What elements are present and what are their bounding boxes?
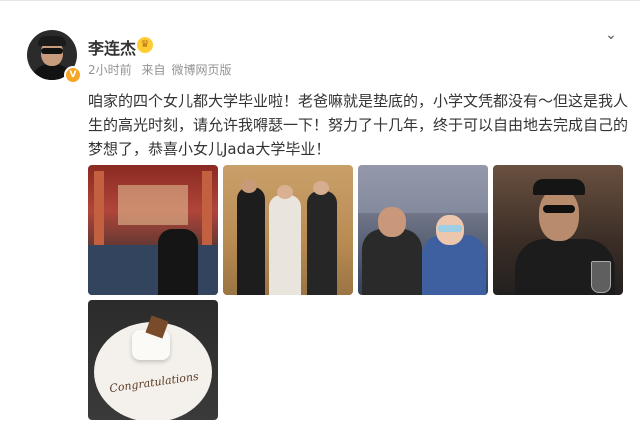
source-prefix: 来自 xyxy=(141,63,166,77)
photo3-man xyxy=(362,229,422,295)
post-source: 微博网页版 xyxy=(171,63,232,77)
photo3-man-face xyxy=(378,207,406,237)
post-meta: 2小时前 来自 微博网页版 xyxy=(88,61,238,78)
photo2-person-2 xyxy=(269,195,301,295)
photo4-face xyxy=(539,189,579,241)
post-photo-2[interactable] xyxy=(223,165,353,295)
avatar-sunglasses xyxy=(41,48,63,54)
verified-badge-icon: V xyxy=(64,66,82,84)
photo3-crowd xyxy=(358,165,488,213)
photo1-figure xyxy=(158,229,198,295)
photo2-face-1 xyxy=(241,179,257,193)
chevron-down-icon[interactable]: ⌄ xyxy=(603,27,619,43)
post-photo-1[interactable] xyxy=(88,165,218,295)
avatar-cap xyxy=(38,36,66,46)
post-text: 咱家的四个女儿都大学毕业啦！老爸嘛就是垫底的，小学文凭都没有～但这是我人生的高光… xyxy=(88,92,629,158)
photo2-face-2 xyxy=(277,185,293,199)
photo4-sunglasses xyxy=(543,205,575,213)
photo3-sunglasses xyxy=(438,225,462,232)
photo2-person-1 xyxy=(237,187,265,295)
photo4-cap xyxy=(533,179,585,195)
weibo-post-card: V 李连杰 ♛ 2小时前 来自 微博网页版 ⌄ 咱家的四个女儿都大学毕业啦！老爸嘛… xyxy=(0,0,640,427)
post-photo-3[interactable] xyxy=(358,165,488,295)
photo1-stage-light xyxy=(118,185,188,225)
photo4-glass xyxy=(591,261,611,293)
author-name[interactable]: 李连杰 xyxy=(88,35,136,59)
crown-icon[interactable]: ♛ xyxy=(137,37,153,53)
post-photo-5[interactable]: Congratulations xyxy=(88,300,218,420)
photo1-audience xyxy=(88,245,218,295)
photo2-person-3 xyxy=(307,191,337,295)
post-photo-4[interactable] xyxy=(493,165,623,295)
post-time[interactable]: 2小时前 xyxy=(88,63,132,77)
photo2-face-3 xyxy=(313,181,329,195)
